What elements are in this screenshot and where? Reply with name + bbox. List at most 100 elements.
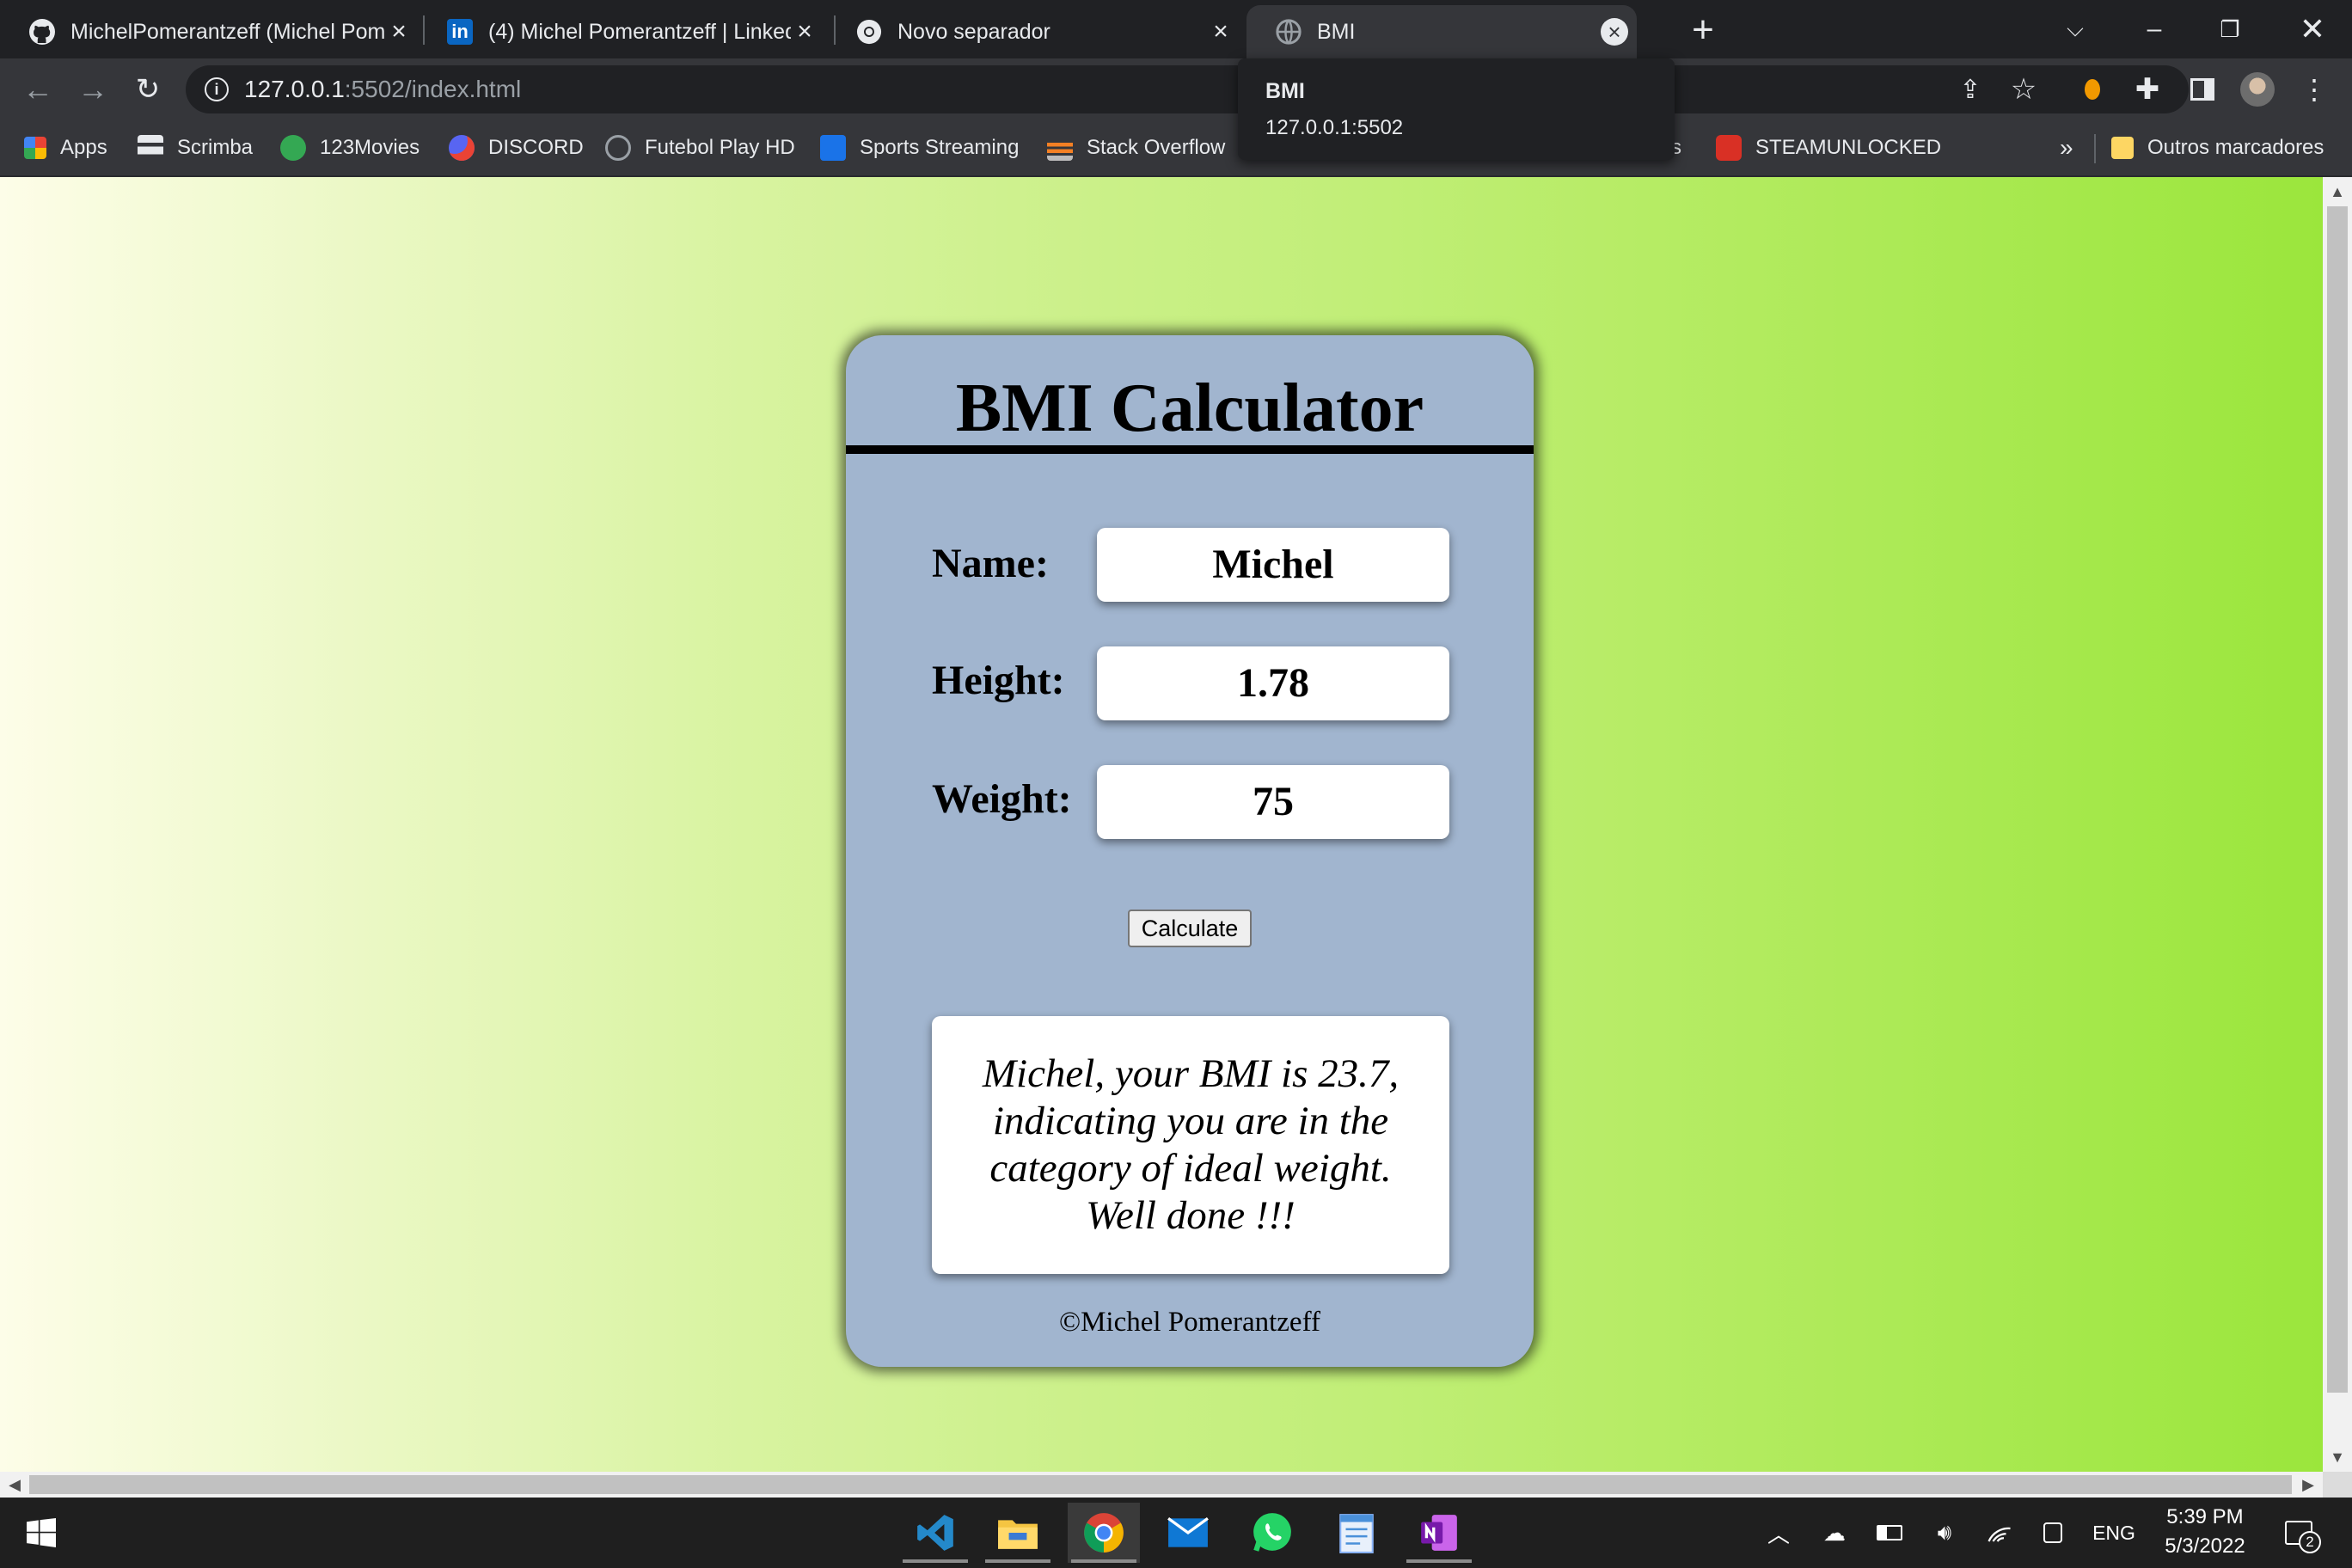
stack-overflow-icon: [1047, 135, 1073, 161]
bookmark-label: DISCORD: [488, 136, 584, 159]
notepad-icon[interactable]: [1320, 1503, 1393, 1563]
tab-title: Novo separador: [897, 19, 1050, 44]
meet-now-icon[interactable]: [2034, 1498, 2072, 1568]
profile-avatar[interactable]: [2239, 70, 2276, 108]
browser-toolbar: ← → ↻ i 127.0.0.1:5502/index.html ⇪ ☆ ✚ …: [0, 58, 2352, 120]
tab-title: MichelPomerantzeff (Michel Pomerantzeff): [70, 19, 385, 44]
extension-orange-icon[interactable]: [2073, 70, 2111, 108]
scroll-down-arrow-icon[interactable]: ▼: [2323, 1442, 2352, 1472]
bookmark-star-icon[interactable]: ☆: [2005, 70, 2043, 108]
extensions-puzzle-icon[interactable]: ✚: [2128, 70, 2166, 108]
tab-close-icon[interactable]: ×: [1207, 17, 1234, 46]
weight-label: Weight:: [932, 776, 1072, 822]
bookmarks-overflow-chevron[interactable]: »: [2060, 131, 2073, 165]
hover-card-url: 127.0.0.1:5502: [1265, 116, 1404, 139]
tab-search-chevron-icon[interactable]: ⌵: [2039, 0, 2111, 58]
bookmark-label: Sports Streaming: [860, 136, 1020, 159]
bookmark-stack-overflow[interactable]: Stack Overflow: [1047, 131, 1225, 165]
close-window-icon[interactable]: ✕: [2276, 0, 2349, 58]
volume-icon[interactable]: 🔊︎: [1926, 1498, 1963, 1568]
chrome-icon[interactable]: [1068, 1503, 1140, 1563]
notification-center-icon[interactable]: 2: [2273, 1498, 2324, 1568]
forward-arrow-icon[interactable]: →: [72, 69, 113, 110]
tab-new-tab[interactable]: Novo separador ×: [827, 5, 1243, 58]
share-icon[interactable]: ⇪: [1951, 70, 1989, 108]
language-indicator[interactable]: ENG: [2084, 1498, 2144, 1568]
scrimba-icon: [138, 135, 163, 161]
wifi-icon[interactable]: [1981, 1498, 2018, 1568]
tab-hover-card: BMI 127.0.0.1:5502: [1238, 58, 1675, 160]
bookmark-123movies[interactable]: 123Movies: [280, 131, 420, 165]
calculate-button[interactable]: Calculate: [1128, 910, 1252, 947]
tab-linkedin[interactable]: in (4) Michel Pomerantzeff | LinkedIn ×: [418, 5, 827, 58]
scroll-right-arrow-icon[interactable]: ▶: [2294, 1472, 2323, 1498]
copyright-text: ©Michel Pomerantzeff: [1059, 1307, 1320, 1338]
horizontal-scroll-thumb[interactable]: [29, 1475, 2292, 1494]
weight-input[interactable]: 75: [1097, 765, 1449, 839]
bookmarks-divider: [2094, 134, 2096, 163]
chrome-icon: [856, 19, 882, 45]
bookmark-steamunlocked[interactable]: STEAMUNLOCKED: [1716, 131, 1941, 165]
bookmark-scrimba[interactable]: Scrimba: [138, 131, 253, 165]
tab-bmi[interactable]: BMI ×: [1246, 5, 1637, 58]
tab-title: BMI: [1317, 19, 1356, 44]
scroll-left-arrow-icon[interactable]: ◀: [0, 1472, 29, 1498]
minimize-icon[interactable]: –: [2118, 0, 2190, 58]
globe-icon: [1276, 19, 1302, 45]
tab-strip: MichelPomerantzeff (Michel Pomerantzeff)…: [0, 0, 2352, 58]
side-panel-icon[interactable]: [2184, 70, 2221, 108]
onenote-icon[interactable]: [1403, 1503, 1475, 1563]
bookmark-label: Futebol Play HD: [645, 136, 795, 159]
menu-kebab-icon[interactable]: ⋮: [2295, 70, 2333, 108]
vscode-icon[interactable]: [899, 1503, 971, 1563]
tab-close-icon[interactable]: ×: [385, 17, 413, 46]
bookmark-label: Apps: [60, 136, 107, 159]
folder-icon: [2111, 137, 2134, 159]
bookmark-label: STEAMUNLOCKED: [1755, 136, 1942, 159]
windows-start-icon[interactable]: [5, 1503, 77, 1563]
bookmark-futebol-play-hd[interactable]: Futebol Play HD: [605, 131, 795, 165]
clock-date: 5/3/2022: [2165, 1534, 2245, 1558]
show-hidden-icons-chevron-icon[interactable]: ︿: [1764, 1498, 1793, 1568]
clock-time: 5:39 PM: [2166, 1505, 2244, 1528]
bookmark-discord[interactable]: DISCORD: [449, 131, 584, 165]
restore-icon[interactable]: ❐: [2194, 0, 2266, 58]
tab-github[interactable]: MichelPomerantzeff (Michel Pomerantzeff)…: [0, 5, 421, 58]
bookmark-apps[interactable]: Apps: [24, 131, 107, 165]
bookmark-label: Scrimba: [177, 136, 254, 159]
system-clock[interactable]: 5:39 PM 5/3/2022: [2149, 1503, 2261, 1561]
height-label: Height:: [932, 658, 1065, 703]
bookmark-sports-streaming[interactable]: Sports Streaming: [820, 131, 1019, 165]
title-divider: [846, 445, 1534, 454]
back-arrow-icon[interactable]: ←: [17, 69, 58, 110]
tab-close-icon[interactable]: ×: [791, 17, 818, 46]
address-bar[interactable]: i 127.0.0.1:5502/index.html: [186, 65, 2189, 113]
vertical-scrollbar[interactable]: ▲ ▼: [2323, 177, 2352, 1472]
horizontal-scrollbar[interactable]: ◀ ▶: [0, 1472, 2323, 1498]
result-text: Michel, your BMI is 23.7, indicating you…: [982, 1051, 1400, 1238]
result-box: Michel, your BMI is 23.7, indicating you…: [932, 1016, 1449, 1274]
onedrive-cloud-icon[interactable]: ☁: [1816, 1498, 1853, 1568]
name-label: Name:: [932, 541, 1049, 586]
new-tab-plus-icon[interactable]: +: [1681, 9, 1724, 52]
windows-taskbar: ︿ ☁ 🔊︎ ENG 5:39 PM 5/3/2022 2: [0, 1498, 2352, 1568]
height-input[interactable]: 1.78: [1097, 646, 1449, 720]
file-explorer-icon[interactable]: [982, 1503, 1054, 1563]
sports-streaming-icon: [820, 135, 846, 161]
vertical-scroll-thumb[interactable]: [2327, 206, 2348, 1393]
bookmark-other-folder[interactable]: Outros marcadores: [2111, 131, 2324, 165]
tab-title: (4) Michel Pomerantzeff | LinkedIn: [488, 19, 791, 44]
mail-icon[interactable]: [1152, 1503, 1224, 1563]
github-icon: [29, 19, 55, 45]
scroll-up-arrow-icon[interactable]: ▲: [2323, 177, 2352, 206]
name-input[interactable]: Michel: [1097, 528, 1449, 602]
whatsapp-icon[interactable]: [1236, 1503, 1308, 1563]
address-url[interactable]: 127.0.0.1:5502/index.html: [244, 76, 521, 103]
reload-icon[interactable]: ↻: [127, 69, 168, 110]
site-info-icon[interactable]: i: [205, 77, 229, 101]
globe-icon: [605, 135, 631, 161]
tab-close-icon[interactable]: ×: [1601, 18, 1628, 46]
apps-grid-icon: [24, 137, 46, 159]
steamunlocked-icon: [1716, 135, 1742, 161]
battery-icon[interactable]: [1871, 1498, 1908, 1568]
